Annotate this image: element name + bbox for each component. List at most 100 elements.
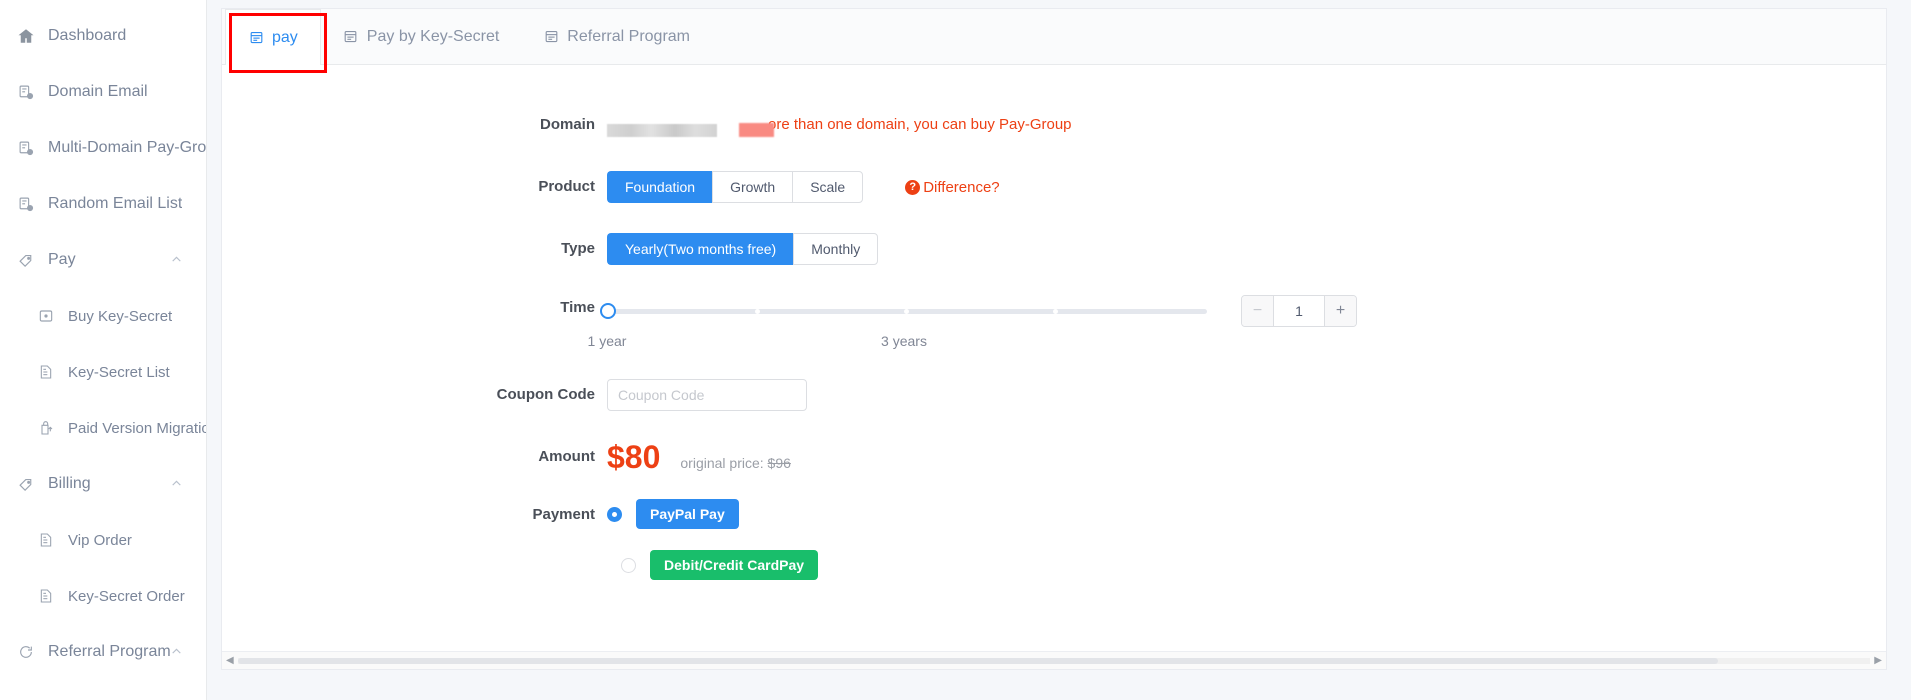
sidebar-item-random-email-list[interactable]: Random Email List	[0, 176, 206, 232]
product-label: Product	[538, 178, 595, 195]
form-row-type: Type Yearly(Two months free) Monthly	[222, 233, 1886, 265]
chevron-up-icon[interactable]	[170, 645, 184, 659]
tab-pay-by-key-secret[interactable]: Pay by Key-Secret	[321, 9, 522, 64]
pay-form: Domain ore than one domain, you can buy …	[222, 65, 1886, 651]
sidebar-item-vip-order[interactable]: Vip Order	[0, 512, 206, 568]
quantity-decrement-button[interactable]: −	[1242, 296, 1274, 326]
sidebar-item-label: Billing	[48, 475, 91, 492]
list-doc-icon	[36, 362, 56, 382]
original-price-prefix: original price:	[680, 455, 768, 471]
sidebar-item-dashboard[interactable]: Dashboard	[0, 8, 206, 64]
tab-referral-program[interactable]: Referral Program	[521, 9, 712, 64]
sidebar-item-multi-domain-pay-group[interactable]: Multi-Domain Pay-Group	[0, 120, 206, 176]
slider-mark-min: 1 year	[587, 333, 627, 349]
amount-original-price: original price: $96	[680, 455, 791, 473]
product-option-growth[interactable]: Growth	[712, 171, 793, 203]
original-price-value: $96	[767, 455, 791, 471]
product-option-group: Foundation Growth Scale	[607, 171, 864, 203]
sidebar-item-label: Dashboard	[48, 27, 127, 44]
key-card-icon	[36, 306, 56, 326]
tab-pay[interactable]: pay	[225, 9, 321, 65]
domain-hint-redacted	[739, 123, 774, 137]
sidebar-item-label: Key-Secret Order	[68, 587, 185, 605]
form-icon	[248, 30, 264, 46]
sidebar-item-label: Referral Program	[48, 643, 171, 660]
type-label: Type	[561, 240, 595, 257]
quantity-stepper[interactable]: − 1 +	[1241, 295, 1357, 327]
coupon-code-input[interactable]	[607, 379, 807, 411]
form-icon	[343, 29, 359, 45]
sidebar-item-label: Vip Order	[68, 531, 132, 549]
tab-label: Referral Program	[567, 27, 690, 45]
sidebar-item-label: Key-Secret List	[68, 363, 170, 381]
chevron-up-icon[interactable]	[170, 477, 184, 491]
sidebar-item-referral-program-group[interactable]: Referral Program	[0, 624, 206, 680]
sidebar-item-label: Pay	[48, 251, 76, 268]
product-option-foundation[interactable]: Foundation	[607, 171, 713, 203]
domain-email-icon	[16, 82, 36, 102]
card-radio[interactable]	[621, 557, 636, 573]
form-row-domain: Domain ore than one domain, you can buy …	[222, 109, 1886, 141]
form-row-coupon: Coupon Code	[222, 379, 1886, 411]
sidebar-item-domain-email[interactable]: Domain Email	[0, 64, 206, 120]
debit-credit-card-pay-button[interactable]: Debit/Credit CardPay	[650, 550, 819, 580]
difference-link-label: Difference?	[923, 178, 1000, 196]
paypal-pay-button[interactable]: PayPal Pay	[636, 499, 739, 529]
sidebar-item-label: Buy Key-Secret	[68, 307, 173, 325]
sidebar: Dashboard Domain Email Multi-Domain Pay-…	[0, 0, 207, 700]
slider-handle[interactable]	[600, 303, 616, 319]
refresh-icon	[16, 642, 36, 662]
difference-link[interactable]: ? Difference?	[905, 178, 1000, 196]
domain-email-icon	[16, 138, 36, 158]
sidebar-item-billing[interactable]: Billing	[0, 456, 206, 512]
form-row-payment: Payment PayPal Pay Debit/Credit CardPay	[222, 499, 1886, 580]
list-doc-icon	[36, 586, 56, 606]
slider-mark-labels: 1 year 3 years	[588, 333, 1207, 357]
sidebar-item-label: Domain Email	[48, 83, 148, 100]
list-doc-icon	[36, 530, 56, 550]
pay-card: pay Pay by Key-Secret Referral Program D…	[221, 8, 1887, 670]
sidebar-item-buy-key-secret[interactable]: Buy Key-Secret	[0, 288, 206, 344]
tab-label: Pay by Key-Secret	[366, 27, 500, 45]
sidebar-item-key-secret-list[interactable]: Key-Secret List	[0, 344, 206, 400]
sidebar-item-referral-program[interactable]: Referral Program	[0, 680, 206, 700]
upload-bag-icon	[36, 418, 56, 438]
form-row-time: Time 1 year 3 years − 1 +	[222, 295, 1886, 357]
sidebar-item-pay[interactable]: Pay	[0, 232, 206, 288]
type-option-monthly[interactable]: Monthly	[793, 233, 879, 265]
scroll-right-arrow-icon[interactable]: ▶	[1874, 655, 1882, 666]
sidebar-item-paid-version-migration[interactable]: Paid Version Migration	[0, 400, 206, 456]
sidebar-item-key-secret-order[interactable]: Key-Secret Order	[0, 568, 206, 624]
home-icon	[16, 26, 36, 46]
main-content: pay Pay by Key-Secret Referral Program D…	[207, 0, 1911, 700]
amount-price: $80	[607, 439, 661, 475]
horizontal-scrollbar[interactable]: ◀ ▶	[222, 651, 1886, 669]
payment-label: Payment	[532, 506, 595, 523]
type-option-group: Yearly(Two months free) Monthly	[607, 233, 879, 265]
scrollbar-thumb[interactable]	[238, 658, 1718, 664]
payment-method-paypal[interactable]: PayPal Pay	[607, 499, 739, 529]
paypal-radio[interactable]	[607, 506, 622, 522]
amount-label: Amount	[538, 448, 595, 465]
sidebar-item-label: Multi-Domain Pay-Group	[48, 139, 206, 156]
form-row-product: Product Foundation Growth Scale ? Differ…	[222, 171, 1886, 203]
type-option-yearly[interactable]: Yearly(Two months free)	[607, 233, 794, 265]
quantity-value[interactable]: 1	[1274, 296, 1324, 326]
product-option-scale[interactable]: Scale	[792, 171, 864, 203]
tag-icon	[16, 474, 36, 494]
slider-stop	[1053, 309, 1058, 314]
scroll-left-arrow-icon[interactable]: ◀	[226, 655, 234, 666]
payment-method-card[interactable]: Debit/Credit CardPay	[607, 550, 819, 580]
tag-icon	[16, 250, 36, 270]
domain-email-icon	[16, 194, 36, 214]
sidebar-item-label: Random Email List	[48, 195, 183, 212]
question-circle-icon: ?	[905, 179, 921, 195]
form-icon	[543, 29, 559, 45]
tab-bar: pay Pay by Key-Secret Referral Program	[222, 9, 1886, 73]
coupon-label: Coupon Code	[496, 386, 595, 403]
quantity-increment-button[interactable]: +	[1324, 296, 1356, 326]
app-root: Dashboard Domain Email Multi-Domain Pay-…	[0, 0, 1911, 700]
chevron-up-icon[interactable]	[170, 253, 184, 267]
domain-label: Domain	[539, 116, 595, 133]
time-slider[interactable]	[600, 295, 1207, 327]
